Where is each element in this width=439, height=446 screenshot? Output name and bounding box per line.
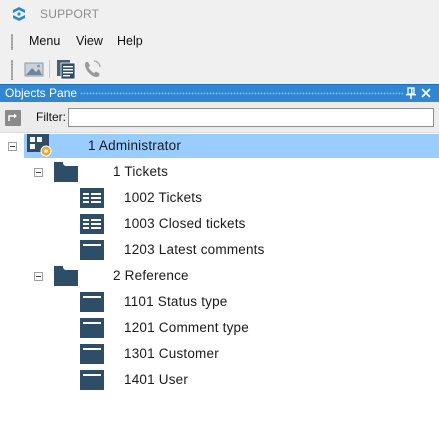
- tree-node-label: 1301 Customer: [124, 346, 219, 361]
- tree-node-1201-comment-type[interactable]: 1201 Comment type: [0, 315, 439, 341]
- list-view-icon: [80, 188, 104, 208]
- app-title: SUPPORT: [40, 7, 100, 21]
- tree-node-1301-customer[interactable]: 1301 Customer: [0, 341, 439, 367]
- pane-title: Objects Pane: [5, 86, 78, 100]
- open-image-button[interactable]: [22, 57, 46, 81]
- tree-node-label: 1203 Latest comments: [124, 242, 265, 257]
- tree-node-label: 2 Reference: [113, 268, 189, 283]
- tree-node-label: 1002 Tickets: [124, 190, 203, 205]
- app-logo-icon: [13, 7, 25, 21]
- menu-item-menu[interactable]: Menu: [29, 34, 60, 48]
- tree-node-1101-status-type[interactable]: 1101 Status type: [0, 289, 439, 315]
- pin-icon[interactable]: [405, 86, 417, 100]
- menubar-grip[interactable]: [11, 34, 13, 50]
- objects-tree: 1 Administrator 1 Tickets 1002 Tickets 1…: [0, 132, 439, 446]
- form-view-icon: [80, 370, 104, 390]
- objects-pane-header[interactable]: Objects Pane: [0, 84, 439, 103]
- tree-node-label: 1003 Closed tickets: [124, 216, 246, 231]
- list-view-icon: [80, 214, 104, 234]
- redo-arrow-icon: [8, 113, 17, 121]
- folder-icon: [54, 162, 78, 182]
- form-view-icon: [80, 318, 104, 338]
- tree-node-1002-tickets[interactable]: 1002 Tickets: [0, 185, 439, 211]
- menu-bar: Menu View Help: [0, 28, 439, 54]
- collapse-toggle[interactable]: [34, 272, 43, 281]
- documents-icon: [57, 60, 76, 80]
- tree-node-1003-closed-tickets[interactable]: 1003 Closed tickets: [0, 211, 439, 237]
- form-view-icon: [80, 344, 104, 364]
- tree-node-administrator[interactable]: 1 Administrator: [0, 133, 439, 159]
- form-view-icon: [80, 292, 104, 312]
- tree-node-1401-user[interactable]: 1401 User: [0, 367, 439, 393]
- folder-icon: [54, 266, 78, 286]
- collapse-toggle[interactable]: [34, 168, 43, 177]
- tree-node-label: 1201 Comment type: [124, 320, 249, 335]
- phone-icon: [85, 60, 101, 77]
- filter-bar: Filter:: [0, 102, 439, 133]
- tree-node-1203-latest-comments[interactable]: 1203 Latest comments: [0, 237, 439, 263]
- toolbar-grip[interactable]: [11, 60, 13, 80]
- tree-node-tickets-folder[interactable]: 1 Tickets: [0, 159, 439, 185]
- selection-highlight: [24, 134, 439, 158]
- title-bar: SUPPORT: [0, 0, 439, 28]
- menu-item-view[interactable]: View: [76, 34, 103, 48]
- tree-node-label: 1101 Status type: [124, 294, 228, 309]
- tree-node-reference-folder[interactable]: 2 Reference: [0, 263, 439, 289]
- collapse-toggle[interactable]: [8, 142, 17, 151]
- administrator-icon: [27, 134, 52, 157]
- tree-node-label: 1401 User: [124, 372, 189, 387]
- filter-toggle-button[interactable]: [5, 110, 21, 126]
- filter-label: Filter:: [36, 110, 66, 124]
- form-view-icon: [80, 240, 104, 260]
- tree-node-label: 1 Administrator: [88, 138, 182, 153]
- picture-icon: [24, 62, 44, 77]
- tree-node-label: 1 Tickets: [113, 164, 169, 179]
- filter-input[interactable]: [68, 108, 434, 127]
- toolbar-separator: [49, 60, 50, 78]
- phone-button[interactable]: [80, 57, 104, 81]
- documents-button[interactable]: [54, 57, 78, 81]
- pane-drag-handle[interactable]: [80, 92, 403, 95]
- menu-item-help[interactable]: Help: [117, 34, 143, 48]
- close-icon[interactable]: [420, 86, 432, 100]
- toolbar: [0, 54, 439, 84]
